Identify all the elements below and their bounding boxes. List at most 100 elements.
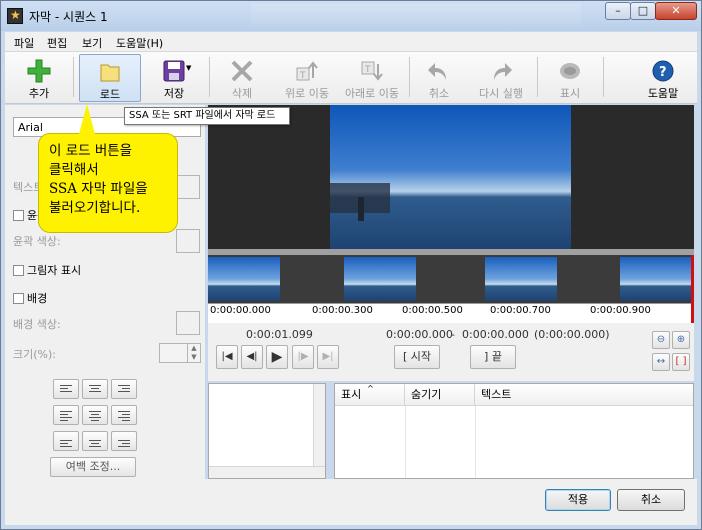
menu-edit[interactable]: 편집: [47, 35, 67, 51]
column-show[interactable]: 표시 ^: [335, 384, 405, 406]
timeline-ruler[interactable]: 0:00:00.000 0:00:00.300 0:00:00.500 0:00…: [208, 303, 694, 323]
step-forward-button[interactable]: |▶: [292, 345, 314, 369]
minimize-icon: –: [615, 4, 621, 17]
delete-x-icon: [231, 60, 253, 82]
move-down-label: 아래로 이동: [344, 87, 400, 100]
minimize-button[interactable]: –: [605, 2, 631, 20]
ruler-tick-label: 0:00:00.500: [402, 305, 463, 316]
add-button[interactable]: 추가: [13, 54, 65, 102]
ruler-tick-label: 0:00:00.300: [312, 305, 373, 316]
column-divider: [475, 406, 476, 478]
undo-button[interactable]: 취소: [415, 54, 463, 102]
move-up-button[interactable]: T 위로 이동: [277, 54, 337, 102]
range-start-time: 0:00:00.000: [386, 328, 453, 341]
playhead-marker[interactable]: [691, 255, 694, 323]
background-color-swatch[interactable]: [176, 311, 200, 335]
shadow-checkbox[interactable]: 그림자 표시: [13, 262, 81, 278]
save-label: 저장: [163, 87, 185, 100]
go-to-start-button[interactable]: |◀: [216, 345, 238, 369]
help-question-icon: ?: [652, 60, 674, 82]
menu-view[interactable]: 보기: [82, 35, 102, 51]
load-label: 로드: [99, 88, 121, 101]
annotation-callout: 이 로드 버튼을 클릭해서 SSA 자막 파일을 불러오기합니다.: [38, 104, 178, 233]
help-button[interactable]: ? 도움말: [635, 54, 691, 102]
set-start-button[interactable]: [ 시작: [394, 345, 440, 369]
toolbar-separator: [537, 57, 538, 97]
toolbar-separator: [73, 57, 74, 97]
current-time: 0:00:01.099: [246, 328, 313, 341]
timeline[interactable]: 0:00:00.000 0:00:00.300 0:00:00.500 0:00…: [208, 255, 694, 323]
set-end-button[interactable]: ] 끝: [470, 345, 516, 369]
folder-icon: [100, 64, 120, 82]
move-up-label: 위로 이동: [285, 87, 329, 100]
transport-controls: 0:00:01.099 0:00:00.000 - 0:00:00.000 (0…: [208, 323, 694, 381]
horizontal-scrollbar[interactable]: [209, 466, 325, 478]
column-show-label: 표시: [341, 388, 362, 401]
title-bar: 자막 - 시퀀스 1 – □ ✕: [1, 1, 701, 31]
shadow-check-box[interactable]: [13, 265, 24, 276]
background-color-label: 배경 색상:: [13, 318, 61, 331]
range-dash: -: [451, 328, 455, 341]
save-dropdown-icon[interactable]: ▼: [186, 64, 191, 72]
skip-end-icon: ▶|: [322, 351, 334, 362]
stepper-up-icon[interactable]: ▲: [187, 344, 200, 353]
apply-button[interactable]: 적용: [545, 489, 611, 511]
close-button[interactable]: ✕: [655, 2, 697, 20]
subtitle-list[interactable]: 표시 ^ 숨기기 텍스트: [334, 383, 694, 479]
column-hide[interactable]: 숨기기: [405, 384, 475, 406]
step-back-button[interactable]: ◀|: [241, 345, 263, 369]
maximize-button[interactable]: □: [630, 2, 656, 20]
play-button[interactable]: ▶: [266, 345, 288, 369]
delete-label: 삭제: [231, 87, 253, 100]
fit-selection-icon[interactable]: [ ]: [672, 353, 690, 371]
background-checkbox[interactable]: 배경: [13, 290, 47, 306]
cancel-button[interactable]: 취소: [617, 489, 685, 511]
svg-text:?: ?: [659, 65, 667, 80]
align-top-left-button[interactable]: [53, 379, 79, 399]
move-down-button[interactable]: T 아래로 이동: [339, 54, 405, 102]
outline-color-swatch[interactable]: [176, 229, 200, 253]
window-title: 자막 - 시퀀스 1: [29, 10, 108, 24]
menu-bar: 파일 편집 보기 도움말(H): [5, 32, 697, 52]
move-down-icon: T: [361, 61, 383, 81]
load-button[interactable]: 로드: [79, 54, 141, 102]
ruler-tick-label: 0:00:00.700: [490, 305, 551, 316]
go-to-end-button[interactable]: ▶|: [317, 345, 339, 369]
callout-line-3: SSA 자막 파일을: [49, 181, 148, 197]
align-middle-right-button[interactable]: [111, 405, 137, 425]
timeline-thumbnail: [620, 257, 692, 301]
maximize-icon: □: [637, 4, 649, 17]
delete-button[interactable]: 삭제: [217, 54, 267, 102]
callout-line-4: 불러오기합니다.: [49, 200, 141, 216]
size-stepper[interactable]: ▲ ▼: [159, 343, 201, 363]
column-text[interactable]: 텍스트: [475, 384, 693, 406]
ruler-tick-label: 0:00:00.900: [590, 305, 651, 316]
zoom-out-icon[interactable]: ⊖: [652, 331, 670, 349]
align-top-center-button[interactable]: [82, 379, 108, 399]
align-middle-left-button[interactable]: [53, 405, 79, 425]
fit-width-icon[interactable]: ↔: [652, 353, 670, 371]
style-list[interactable]: [208, 383, 326, 479]
align-top-right-button[interactable]: [111, 379, 137, 399]
background-check-box[interactable]: [13, 293, 24, 304]
text-color-swatch[interactable]: [176, 175, 200, 199]
align-bottom-center-button[interactable]: [82, 431, 108, 451]
app-star-icon: [7, 8, 23, 24]
help-label: 도움말: [647, 87, 679, 100]
load-tooltip: SSA 또는 SRT 파일에서 자막 로드: [124, 107, 290, 125]
save-button[interactable]: ▼ 저장: [145, 54, 203, 102]
svg-text:T: T: [364, 65, 371, 75]
zoom-in-icon[interactable]: ⊕: [672, 331, 690, 349]
outline-check-box[interactable]: [13, 210, 24, 221]
align-bottom-left-button[interactable]: [53, 431, 79, 451]
stepper-down-icon[interactable]: ▼: [187, 353, 200, 362]
margin-adjust-button[interactable]: 여백 조정...: [50, 457, 136, 477]
align-middle-center-button[interactable]: [82, 405, 108, 425]
redo-button[interactable]: 다시 실행: [471, 54, 531, 102]
vertical-scrollbar[interactable]: [313, 384, 325, 466]
menu-file[interactable]: 파일: [14, 35, 34, 51]
show-button[interactable]: 표시: [545, 54, 595, 102]
menu-help[interactable]: 도움말(H): [116, 35, 163, 51]
toolbar-separator: [603, 57, 604, 97]
align-bottom-right-button[interactable]: [111, 431, 137, 451]
